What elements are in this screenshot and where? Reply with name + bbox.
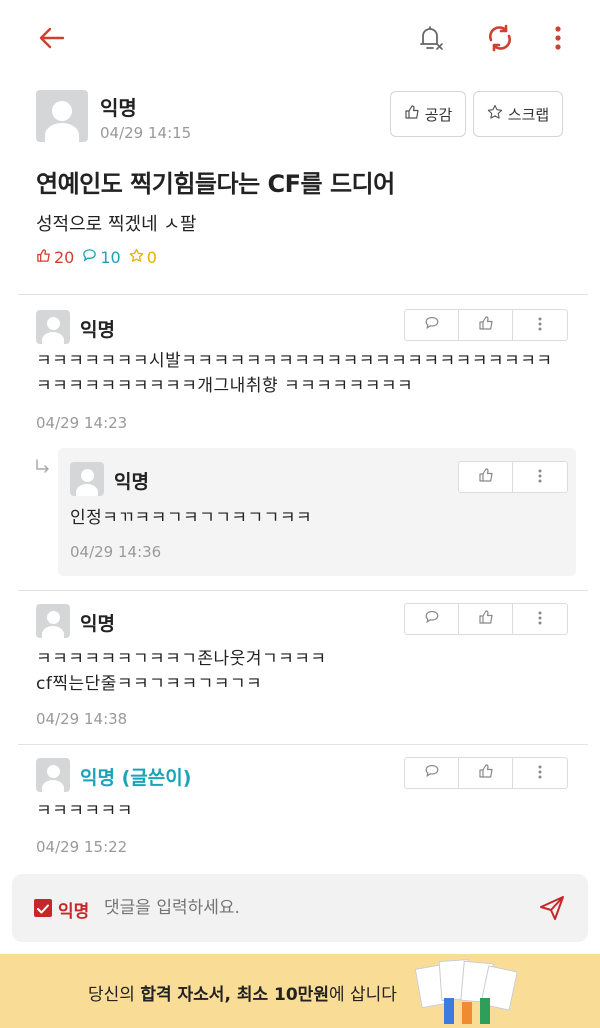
comment-actions [458, 461, 568, 493]
reply-button[interactable] [405, 758, 459, 788]
post-title: 연예인도 찍기힘들다는 CF를 드디어 [36, 170, 395, 198]
divider [18, 744, 588, 745]
comment-author: 익명 [80, 319, 115, 341]
comment: 익명 ㅋㅋㅋㅋㅋㅋㅋ시발ㅋㅋㅋㅋㅋㅋㅋㅋㅋㅋㅋㅋㅋㅋㅋㅋㅋㅋㅋㅋㅋㅋㅋ ㅋㅋㅋㅋ… [0, 306, 600, 436]
comment: 익명 (글쓴이) ㅋㅋㅋㅋㅋㅋ 04/29 15:22 [0, 754, 600, 864]
more-vertical-icon [538, 316, 542, 335]
comment-actions [404, 603, 568, 635]
comment-text-line: ㅋㅋㅋㅋㅋㅋㅋ시발ㅋㅋㅋㅋㅋㅋㅋㅋㅋㅋㅋㅋㅋㅋㅋㅋㅋㅋㅋㅋㅋㅋㅋ [36, 351, 553, 371]
scrap-count-icon [129, 248, 144, 267]
comment-text-line: ㅋㅋㅋㅋㅋㅋㄱㅋㅋㄱ존나웃겨ㄱㅋㅋㅋ [36, 649, 327, 669]
comment-time: 04/29 14:38 [36, 710, 128, 728]
comment-more-button[interactable] [513, 604, 567, 634]
post-body: 성적으로 찍겠네 ㅅ팔 [36, 214, 197, 235]
post-stats: 20 10 0 [36, 248, 157, 267]
comment-more-button[interactable] [513, 462, 567, 492]
comment-like-button[interactable] [459, 310, 513, 340]
post-time: 04/29 14:15 [100, 124, 192, 142]
thumbs-up-icon [404, 104, 420, 124]
more-vertical-icon [538, 468, 542, 487]
avatar [36, 604, 70, 638]
comment-text-line: ㅋㅋㅋㅋㅋㅋ [36, 801, 133, 821]
more-vertical-icon[interactable] [540, 20, 576, 56]
like-count-icon [36, 248, 51, 267]
like-button[interactable]: 공감 [390, 91, 466, 137]
reply-button[interactable] [405, 310, 459, 340]
scrap-button[interactable]: 스크랩 [473, 91, 563, 137]
thumbs-up-icon [478, 467, 494, 487]
scrap-count: 0 [146, 248, 157, 267]
reply-button[interactable] [405, 604, 459, 634]
banner-text-prefix: 당신의 [88, 985, 141, 1005]
speech-bubble-icon [424, 609, 440, 629]
comment-like-button[interactable] [459, 462, 513, 492]
avatar [36, 758, 70, 792]
thumbs-up-icon [478, 609, 494, 629]
speech-bubble-icon [424, 763, 440, 783]
anonymous-checkbox[interactable] [34, 899, 52, 917]
comment-more-button[interactable] [513, 758, 567, 788]
send-icon[interactable] [538, 894, 566, 926]
banner-text-bold: 합격 자소서, 최소 10만원 [140, 985, 329, 1005]
comment-author-writer: 익명 (글쓴이) [80, 767, 192, 789]
thumbs-up-icon [478, 315, 494, 335]
comment-input[interactable] [104, 892, 524, 924]
like-count: 20 [54, 248, 75, 267]
comment-author: 익명 [80, 613, 115, 635]
comment: 익명 ㅋㅋㅋㅋㅋㅋㄱㅋㅋㄱ존나웃겨ㄱㅋㅋㅋ cf찍는단줄ㅋㅋㄱㅋㅋㄱㅋㄱㅋ 04… [0, 600, 600, 730]
comment-like-button[interactable] [459, 758, 513, 788]
more-vertical-icon [538, 764, 542, 783]
scrap-button-label: 스크랩 [507, 105, 550, 124]
star-icon [487, 104, 503, 124]
avatar [36, 310, 70, 344]
speech-bubble-icon [424, 315, 440, 335]
post-author: 익명 [100, 96, 137, 120]
comment-author: 익명 [114, 471, 149, 493]
banner-text-suffix: 에 삽니다 [328, 985, 397, 1005]
more-vertical-icon [538, 610, 542, 629]
top-bar [0, 0, 600, 78]
comment-actions [404, 757, 568, 789]
comment-text-line: ㅋㅋㅋㅋㅋㅋㅋㅋㅋㅋ개그내취향 ㅋㅋㅋㅋㅋㅋㅋㅋ [36, 376, 414, 396]
refresh-icon[interactable] [482, 20, 518, 56]
comment-text-line: 인정ㅋㄲㅋㅋㄱㅋㄱㄱㅋㄱㄱㅋㅋ [70, 508, 313, 528]
reply-comment: 익명 인정ㅋㄲㅋㅋㄱㅋㄱㄱㅋㄱㄱㅋㅋ 04/29 14:36 [58, 448, 576, 576]
bell-off-icon[interactable] [412, 20, 448, 56]
comment-time: 04/29 15:22 [36, 838, 128, 856]
like-button-label: 공감 [424, 105, 453, 124]
avatar [70, 462, 104, 496]
comment-more-button[interactable] [513, 310, 567, 340]
comment-count: 10 [100, 248, 121, 267]
comment-time: 04/29 14:23 [36, 414, 128, 432]
anonymous-label[interactable]: 익명 [58, 897, 89, 922]
thumbs-up-icon [478, 763, 494, 783]
divider [18, 294, 588, 295]
divider [18, 590, 588, 591]
comment-text-line: cf찍는단줄ㅋㅋㄱㅋㅋㄱㅋㄱㅋ [36, 674, 263, 694]
back-arrow-icon[interactable] [34, 20, 70, 56]
comment-actions [404, 309, 568, 341]
comment-time: 04/29 14:36 [70, 543, 162, 561]
comment-count-icon [82, 248, 97, 267]
comment-like-button[interactable] [459, 604, 513, 634]
reply-arrow-icon [34, 458, 52, 480]
ad-banner[interactable]: 당신의 합격 자소서, 최소 10만원에 삽니다 [0, 954, 600, 1028]
check-icon [37, 899, 49, 918]
banner-text: 당신의 합격 자소서, 최소 10만원에 삽니다 [88, 980, 397, 1005]
comment-input-bar: 익명 [12, 874, 588, 942]
banner-illustration [414, 958, 524, 1024]
avatar [36, 90, 88, 142]
